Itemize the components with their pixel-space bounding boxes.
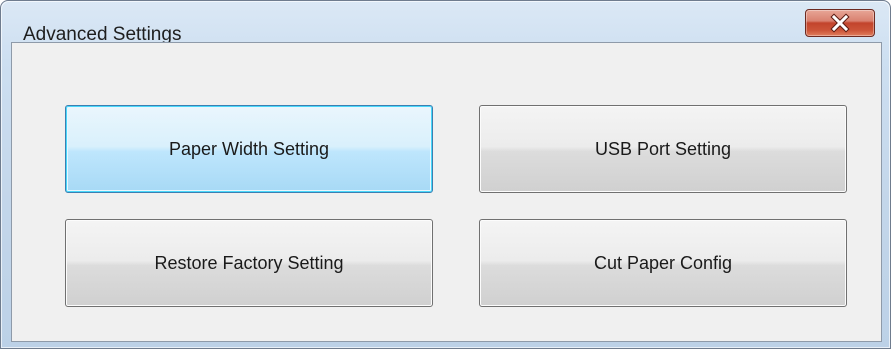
usb-port-setting-button[interactable]: USB Port Setting <box>479 105 847 193</box>
close-button[interactable] <box>805 9 875 37</box>
restore-factory-setting-button[interactable]: Restore Factory Setting <box>65 219 433 307</box>
dialog-content: Paper Width Setting USB Port Setting Res… <box>11 42 882 342</box>
title-bar[interactable]: Advanced Settings <box>1 1 890 44</box>
cut-paper-config-button[interactable]: Cut Paper Config <box>479 219 847 307</box>
close-icon <box>830 13 850 33</box>
advanced-settings-dialog: Advanced Settings Paper Width Setting US… <box>0 0 891 349</box>
paper-width-setting-button[interactable]: Paper Width Setting <box>65 105 433 193</box>
